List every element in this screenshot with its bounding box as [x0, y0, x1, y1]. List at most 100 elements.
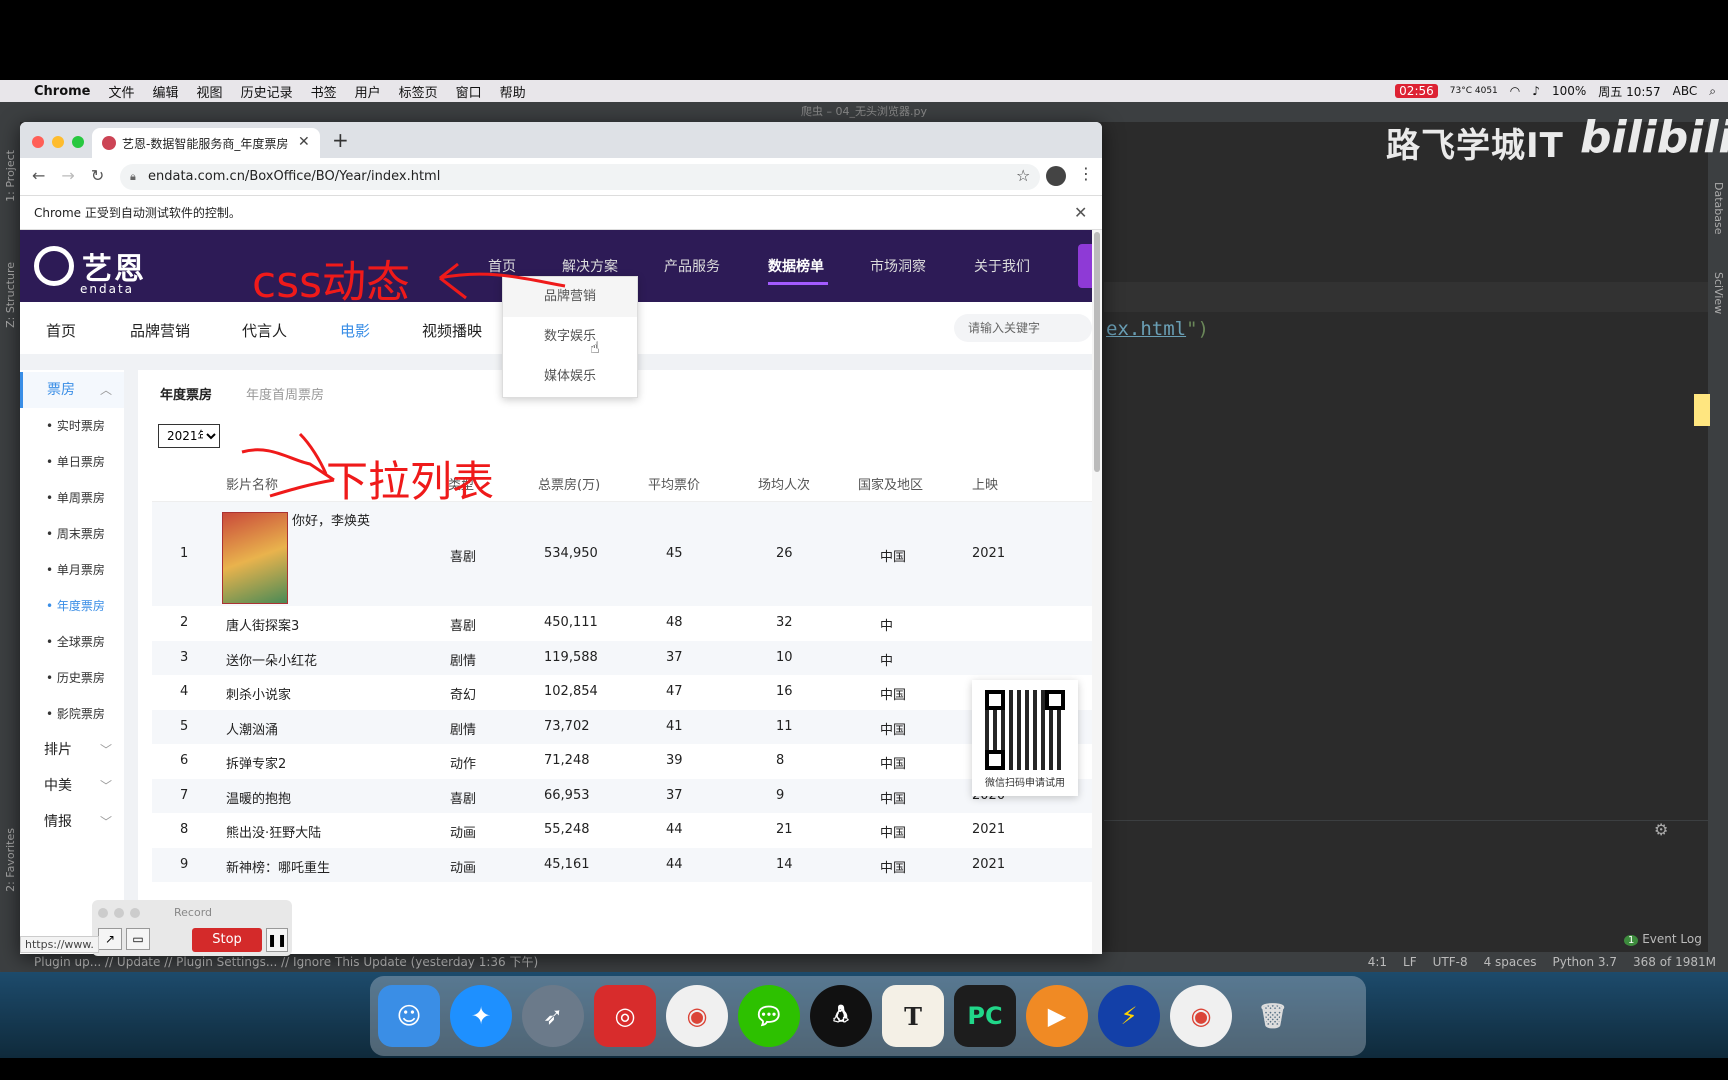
table-row[interactable]: 9 新神榜：哪吒重生 动画 45,161 44 14 中国 2021	[152, 847, 1092, 882]
sidebar-item-weekly[interactable]: • 单周票房	[20, 480, 124, 516]
gear-icon[interactable]: ⚙	[1654, 820, 1668, 839]
menu-user[interactable]: 用户	[355, 82, 381, 101]
typora-icon[interactable]: T	[882, 985, 944, 1047]
table-row[interactable]: 3 送你一朵小红花 剧情 119,588 37 10 中	[152, 640, 1092, 675]
search-icon[interactable]: ⌕	[1709, 84, 1716, 99]
close-window-button[interactable]	[32, 136, 44, 148]
menu-kebab-icon[interactable]: ⋮	[1078, 164, 1094, 183]
tool-favorites[interactable]: 2: Favorites	[4, 828, 17, 892]
th-release[interactable]: 上映	[972, 474, 998, 493]
menu-help[interactable]: 帮助	[500, 82, 526, 101]
cell-name[interactable]: 唐人街探案3	[226, 615, 299, 634]
close-tab-icon[interactable]: ✕	[298, 134, 310, 150]
sidebar-item-daily[interactable]: • 单日票房	[20, 444, 124, 480]
subnav-home[interactable]: 首页	[46, 320, 76, 341]
account-avatar[interactable]	[1046, 166, 1066, 186]
finder-icon[interactable]: ☺	[378, 985, 440, 1047]
sidebar-item-monthly[interactable]: • 单月票房	[20, 552, 124, 588]
lightning-icon[interactable]: ⚡︎	[1098, 985, 1160, 1047]
site-logo[interactable]: 艺恩 endata	[34, 244, 146, 296]
launchpad-icon[interactable]: ➶	[522, 985, 584, 1047]
video-player-icon[interactable]: ▶	[1026, 985, 1088, 1047]
sidebar-item-yearly[interactable]: • 年度票房	[20, 588, 124, 624]
pause-icon[interactable]: ❚❚	[266, 928, 288, 952]
menu-window[interactable]: 窗口	[456, 82, 482, 101]
event-log[interactable]: 1 Event Log	[1624, 932, 1702, 946]
scroll-thumb[interactable]	[1094, 232, 1100, 472]
cell-name[interactable]: 刺杀小说家	[226, 684, 291, 703]
sidebar-item-history[interactable]: • 历史票房	[20, 660, 124, 696]
sidebar-item-weekend[interactable]: • 周末票房	[20, 516, 124, 552]
topnav-about[interactable]: 关于我们	[974, 256, 1030, 276]
netease-music-icon[interactable]: ◎	[594, 985, 656, 1047]
frame-icon[interactable]: ▭	[126, 928, 150, 950]
tab-first-week-boxoffice[interactable]: 年度首周票房	[246, 384, 324, 403]
page-scrollbar[interactable]	[1092, 230, 1102, 954]
datetime[interactable]: 周五 10:57	[1598, 83, 1660, 100]
cell-name[interactable]: 人潮汹涌	[226, 719, 278, 738]
battery-readout[interactable]: 100%	[1552, 84, 1586, 98]
sidebar-intel[interactable]: 情报 ﹀	[20, 804, 124, 840]
forward-icon[interactable]: →	[61, 166, 74, 185]
close-icon[interactable]: ✕	[1074, 196, 1087, 230]
status-interpreter[interactable]: Python 3.7	[1553, 952, 1618, 972]
table-row[interactable]: 7温暖的抱抱喜剧66,953379中国2020	[152, 778, 1092, 813]
status-indent[interactable]: 4 spaces	[1484, 952, 1537, 972]
table-row[interactable]: 2 唐人街探案3 喜剧 450,111 48 32 中	[152, 606, 1092, 641]
ide-code-line[interactable]: ex.html")	[1106, 318, 1209, 340]
menu-tabs[interactable]: 标签页	[399, 82, 438, 101]
cell-name[interactable]: 你好，李焕英	[292, 510, 370, 529]
minimize-window-button[interactable]	[52, 136, 64, 148]
code-link[interactable]: ex.html	[1106, 318, 1186, 340]
th-price[interactable]: 平均票价	[648, 474, 700, 493]
back-icon[interactable]: ←	[32, 166, 45, 185]
sidebar-schedule[interactable]: 排片 ﹀	[20, 732, 124, 768]
table-row[interactable]: 4刺杀小说家奇幻102,8544716中国2021	[152, 675, 1092, 710]
header-action-button[interactable]	[1078, 244, 1092, 288]
topnav-products[interactable]: 产品服务	[664, 256, 720, 276]
status-cursor[interactable]: 4:1	[1368, 952, 1387, 972]
qr-card[interactable]: 微信扫码申请试用	[972, 680, 1078, 796]
menu-file[interactable]: 文件	[109, 82, 135, 101]
sidebar-item-cinema[interactable]: • 影院票房	[20, 696, 124, 732]
zoom-window-button[interactable]	[72, 136, 84, 148]
tool-sciview[interactable]: SciView	[1712, 272, 1725, 314]
chrome-icon[interactable]: ◉	[666, 985, 728, 1047]
table-row[interactable]: 6拆弹专家2动作71,248398中国2020	[152, 744, 1092, 779]
status-encoding[interactable]: UTF-8	[1433, 952, 1468, 972]
sidebar-item-realtime[interactable]: • 实时票房	[20, 408, 124, 444]
bookmark-star-icon[interactable]: ☆	[1016, 166, 1030, 185]
clock-badge[interactable]: 02:56	[1395, 84, 1438, 98]
subnav-video[interactable]: 视频播映	[422, 320, 482, 341]
new-tab-button[interactable]: +	[332, 128, 349, 152]
sidebar-item-global[interactable]: • 全球票房	[20, 624, 124, 660]
reload-icon[interactable]: ↻	[91, 166, 104, 185]
table-row[interactable]: 1 你好，李焕英 喜剧 534,950 45 26 中国 2021	[152, 502, 1092, 606]
browser-tab[interactable]: 艺恩-数据智能服务商_年度票房 ✕	[92, 128, 320, 158]
safari-icon[interactable]: ✦	[450, 985, 512, 1047]
lock-icon[interactable]: 🔒︎	[130, 164, 136, 190]
pycharm-icon[interactable]: PC	[954, 985, 1016, 1047]
subnav-movie[interactable]: 电影	[340, 320, 370, 341]
temp-readout[interactable]: 73°C 4051	[1450, 86, 1498, 96]
table-row[interactable]: 8 熊出没·狂野大陆 动画 55,248 44 21 中国 2021	[152, 813, 1092, 848]
chrome-icon-2[interactable]: ◉	[1170, 985, 1232, 1047]
status-memory[interactable]: 368 of 1981M	[1633, 952, 1716, 972]
wechat-icon[interactable]: 💬︎	[738, 985, 800, 1047]
dropdown-digital[interactable]: 数字娱乐	[503, 317, 637, 357]
th-region[interactable]: 国家及地区	[858, 474, 923, 493]
movie-poster[interactable]	[222, 512, 288, 604]
cell-name[interactable]: 新神榜：哪吒重生	[226, 857, 330, 876]
subnav-brand[interactable]: 品牌营销	[130, 320, 190, 341]
th-people[interactable]: 场均人次	[758, 474, 810, 493]
sidebar-sinous[interactable]: 中美 ﹀	[20, 768, 124, 804]
menu-view[interactable]: 视图	[197, 82, 223, 101]
dropdown-media[interactable]: 媒体娱乐	[503, 357, 637, 397]
menu-history[interactable]: 历史记录	[241, 82, 293, 101]
cell-name[interactable]: 送你一朵小红花	[226, 650, 317, 669]
wifi-icon[interactable]: ◠	[1510, 84, 1520, 98]
subnav-endorser[interactable]: 代言人	[242, 320, 287, 341]
cell-name[interactable]: 拆弹专家2	[226, 753, 286, 772]
topnav-rankings[interactable]: 数据榜单	[768, 256, 824, 276]
tool-project[interactable]: 1: Project	[4, 150, 17, 202]
